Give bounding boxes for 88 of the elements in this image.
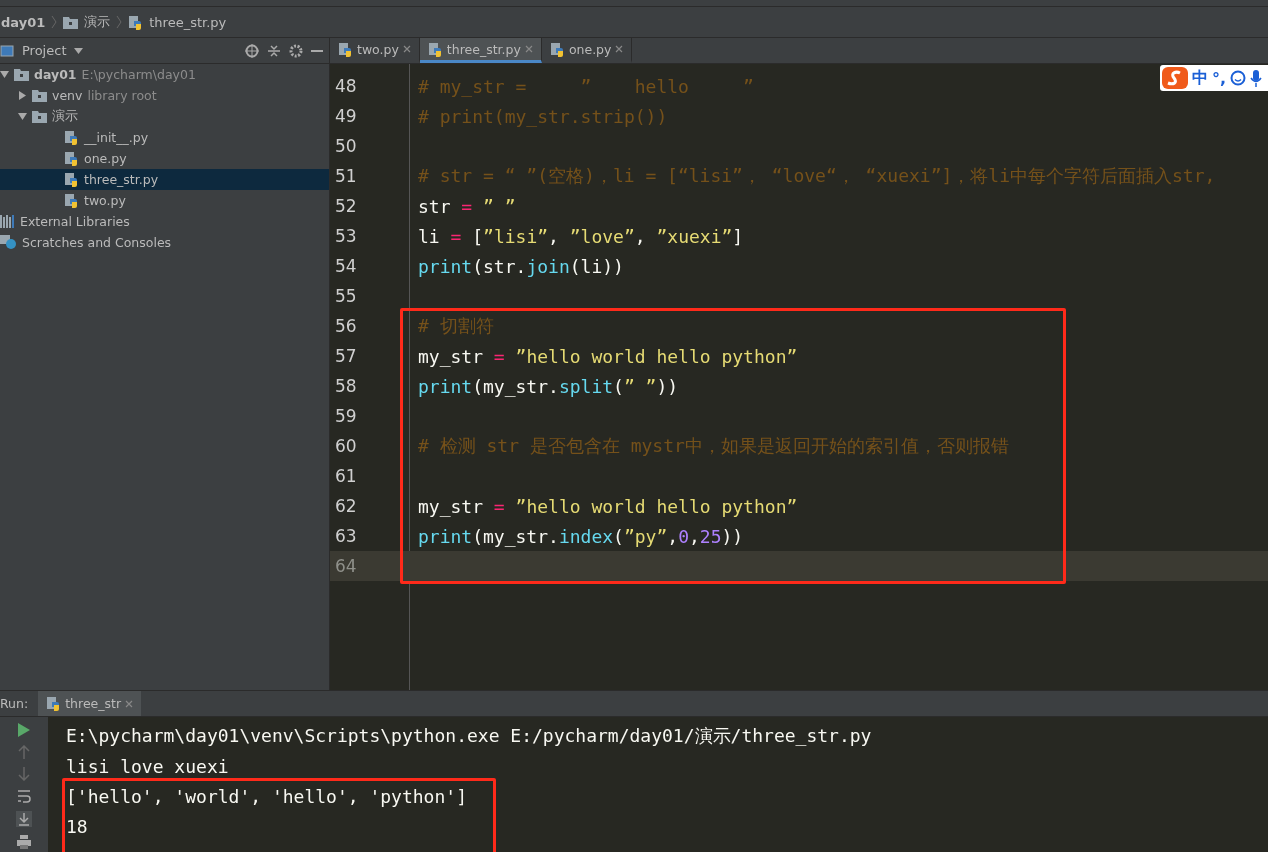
panel-icon — [0, 44, 14, 57]
folder-icon — [63, 15, 79, 29]
tree-item[interactable]: venv library root — [0, 85, 329, 106]
tree-item[interactable]: 演示 — [0, 106, 329, 127]
code-text: # str = “ ”(空格)，li = [“lisi”， “love“， “xuexi”]，将li中每个字符后面插入str, — [418, 164, 1216, 188]
python-file-icon — [128, 14, 144, 30]
play-icon[interactable] — [18, 723, 30, 737]
ime-toggle[interactable]: 中 — [1191, 67, 1208, 89]
path-hint: library root — [87, 88, 157, 103]
code-text: li = [”lisi”, ”love”, ”xuexi”] — [418, 225, 744, 247]
line-number: 50 — [334, 136, 358, 156]
python-file-icon — [64, 130, 79, 145]
breadcrumb[interactable]: day01 — [1, 14, 46, 30]
chevron-icon — [51, 15, 58, 29]
path-hint: E:\pycharm\day01 — [81, 67, 196, 82]
code-text: print(my_str.split(” ”)) — [418, 375, 679, 397]
breadcrumb[interactable]: 演示 — [84, 13, 111, 31]
line-number: 51 — [334, 166, 358, 186]
collapse-icon[interactable] — [267, 43, 281, 58]
python-file-icon — [427, 41, 443, 57]
console-output-line: lisi love xuexi — [66, 755, 229, 777]
python-file-icon — [549, 41, 565, 57]
code-text: str = ” ” — [418, 195, 516, 217]
line-number: 63 — [334, 526, 358, 546]
folder-icon — [32, 89, 47, 102]
console-output-line: 18 — [66, 815, 88, 837]
expanded-arrow-icon[interactable] — [18, 112, 27, 121]
line-number: 61 — [334, 466, 358, 486]
line-number: 53 — [334, 226, 358, 246]
tree-item[interactable]: three_str.py — [0, 169, 329, 190]
line-number: 57 — [334, 346, 358, 366]
ime-toggle[interactable]: °, — [1211, 68, 1226, 88]
line-number: 62 — [334, 496, 358, 516]
editor-tab[interactable]: two.py — [330, 38, 420, 63]
run-tab[interactable]: three_str — [38, 691, 142, 716]
code-text: my_str = ”hello world hello python” — [418, 345, 798, 367]
settings-icon[interactable] — [289, 43, 303, 58]
tree-item[interactable]: two.py — [0, 190, 329, 211]
line-number: 56 — [334, 316, 358, 336]
code-text: # 切割符 — [418, 314, 494, 338]
code-text: my_str = ”hello world hello python” — [418, 495, 798, 517]
locate-icon[interactable] — [245, 43, 259, 58]
collapsed-arrow-icon[interactable] — [18, 91, 27, 100]
run-label: Run: — [0, 696, 29, 711]
line-number: 48 — [334, 76, 358, 96]
python-file-icon — [64, 151, 79, 166]
microphone-icon[interactable] — [1250, 69, 1262, 87]
code-text: print(str.join(li)) — [418, 255, 624, 277]
code-text: # 检测 str 是否包含在 mystr中，如果是返回开始的索引值，否则报错 — [418, 434, 1009, 458]
libraries-icon — [0, 215, 15, 228]
emoji-icon[interactable] — [1230, 70, 1246, 86]
tree-item[interactable]: __init__.py — [0, 127, 329, 148]
scratches-icon — [0, 235, 17, 250]
code-text: print(my_str.index(”py”,0,25)) — [418, 525, 744, 547]
print-icon[interactable] — [17, 835, 31, 849]
line-number: 49 — [334, 106, 358, 126]
close-icon[interactable] — [615, 45, 624, 53]
python-file-icon — [64, 193, 79, 208]
python-file-icon — [338, 41, 353, 57]
project-view-selector[interactable]: Project — [22, 43, 67, 58]
editor-tab[interactable]: three_str.py — [419, 38, 542, 63]
tree-item[interactable]: one.py — [0, 148, 329, 169]
python-file-icon — [64, 172, 79, 187]
line-number: 54 — [334, 256, 358, 276]
tree-item[interactable]: day01 E:\pycharm\day01 — [0, 64, 329, 85]
code-text: # print(my_str.strip()) — [418, 105, 668, 127]
expanded-arrow-icon[interactable] — [0, 70, 9, 79]
code-text: # my_str = ” hello ” — [418, 75, 754, 97]
line-number: 58 — [334, 376, 358, 396]
line-number: 60 — [334, 436, 358, 456]
line-number: 59 — [334, 406, 358, 426]
scroll-to-end-icon[interactable] — [16, 811, 32, 827]
folder-icon — [32, 110, 47, 123]
folder-icon — [14, 68, 29, 81]
line-number: 52 — [334, 196, 358, 216]
tree-item[interactable]: Scratches and Consoles — [0, 232, 329, 253]
editor-tab[interactable]: one.py — [541, 38, 633, 63]
line-number: 55 — [334, 286, 358, 306]
python-file-icon — [46, 696, 62, 711]
console-output-line: E:\pycharm\day01\venv\Scripts\python.exe E:/pycharm/day01/演示/three_str.py — [66, 724, 872, 748]
line-number: 64 — [334, 556, 358, 576]
tree-item[interactable]: External Libraries — [0, 211, 329, 232]
breadcrumb[interactable]: three_str.py — [149, 14, 227, 30]
close-icon[interactable] — [402, 45, 411, 53]
dropdown-caret-icon[interactable] — [74, 47, 84, 54]
chevron-icon — [116, 15, 123, 29]
console-output-line: ['hello', 'world', 'hello', 'python'] — [66, 785, 467, 807]
wrap-icon[interactable] — [17, 789, 31, 803]
